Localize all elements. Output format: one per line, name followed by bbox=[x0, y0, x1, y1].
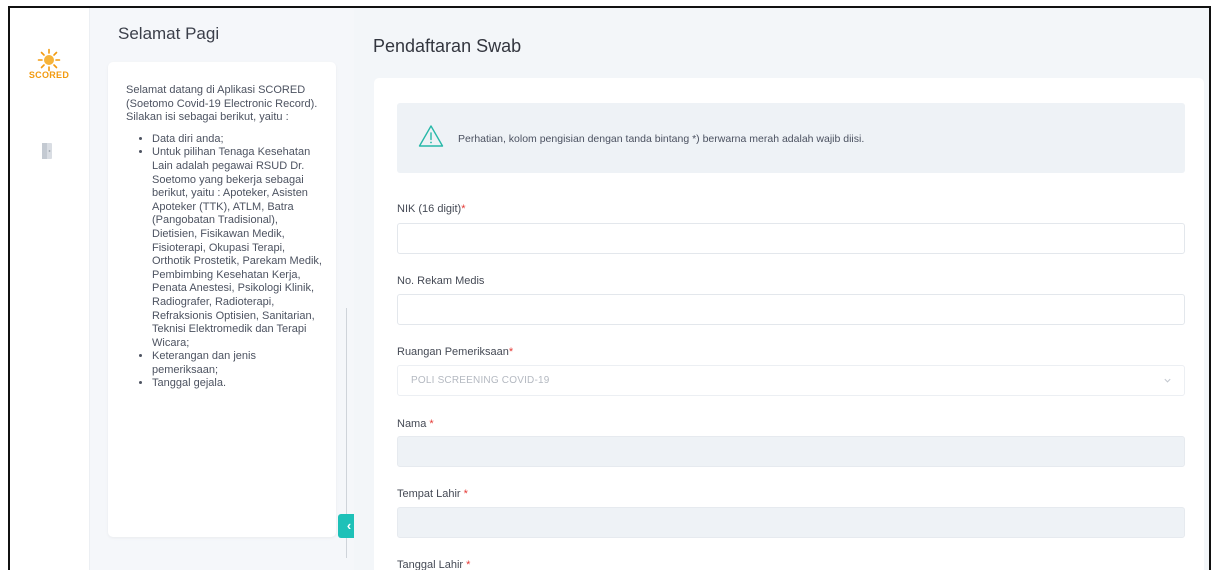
instructions-card: Selamat datang di Aplikasi SCORED (Soeto… bbox=[108, 62, 336, 537]
door-exit-icon[interactable] bbox=[40, 142, 54, 160]
list-item: Untuk pilihan Tenaga Kesehatan Lain adal… bbox=[152, 146, 324, 350]
notice-text: Perhatian, kolom pengisian dengan tanda … bbox=[458, 133, 865, 145]
nama-label: Nama * bbox=[397, 418, 434, 430]
tempat-lahir-label-text: Tempat Lahir bbox=[397, 488, 464, 500]
required-mark: * bbox=[508, 346, 514, 358]
required-mark: * bbox=[429, 418, 434, 430]
app-logo[interactable]: SCORED bbox=[24, 48, 74, 80]
nama-label-text: Nama bbox=[397, 418, 430, 430]
tanggal-lahir-label-text: Tanggal Lahir bbox=[397, 559, 467, 570]
nik-label-text: NIK (16 digit) bbox=[397, 203, 462, 215]
greeting-title: Selamat Pagi bbox=[118, 24, 220, 43]
ruangan-selected-value: POLI SCREENING COVID-19 bbox=[411, 375, 550, 386]
instructions-list: Data diri anda; Untuk pilihan Tenaga Kes… bbox=[126, 133, 324, 391]
tempat-lahir-label: Tempat Lahir * bbox=[397, 488, 468, 500]
ruangan-label: Ruangan Pemeriksaan* bbox=[397, 346, 513, 358]
icon-rail: SCORED bbox=[10, 8, 90, 570]
required-mark: * bbox=[463, 488, 468, 500]
info-sidebar: Selamat Pagi Selamat datang di Aplikasi … bbox=[90, 8, 360, 570]
tempat-lahir-input[interactable] bbox=[397, 507, 1185, 538]
chevron-left-icon: ‹ bbox=[346, 518, 352, 533]
nama-input[interactable] bbox=[397, 436, 1185, 467]
rekam-medis-input[interactable] bbox=[397, 294, 1185, 325]
page-title: Pendaftaran Swab bbox=[373, 36, 522, 56]
list-item: Data diri anda; bbox=[152, 133, 324, 147]
required-notice: Perhatian, kolom pengisian dengan tanda … bbox=[397, 103, 1185, 173]
app-window: SCORED Selamat Pagi Selamat datang di Ap… bbox=[8, 6, 1211, 570]
warning-triangle-icon bbox=[418, 125, 444, 147]
required-mark: * bbox=[461, 203, 466, 215]
nik-label: NIK (16 digit)* bbox=[397, 203, 465, 215]
rekam-medis-label: No. Rekam Medis bbox=[397, 275, 485, 287]
ruangan-select[interactable]: POLI SCREENING COVID-19 bbox=[397, 365, 1185, 396]
chevron-down-icon bbox=[1164, 378, 1171, 383]
tanggal-lahir-label: Tanggal Lahir * bbox=[397, 559, 470, 570]
required-mark: * bbox=[466, 559, 471, 570]
instructions-intro: Selamat datang di Aplikasi SCORED (Soeto… bbox=[126, 84, 318, 124]
logo-text: SCORED bbox=[28, 70, 70, 80]
sun-logo-icon bbox=[37, 48, 61, 72]
main-content: Pendaftaran Swab Perhatian, kolom pengis… bbox=[354, 8, 1209, 570]
ruangan-label-text: Ruangan Pemeriksaan bbox=[397, 346, 509, 358]
list-item: Keterangan dan jenis pemeriksaan; bbox=[152, 350, 324, 377]
list-item: Tanggal gejala. bbox=[152, 377, 324, 391]
registration-form: Perhatian, kolom pengisian dengan tanda … bbox=[374, 78, 1204, 570]
nik-input[interactable] bbox=[397, 223, 1185, 254]
